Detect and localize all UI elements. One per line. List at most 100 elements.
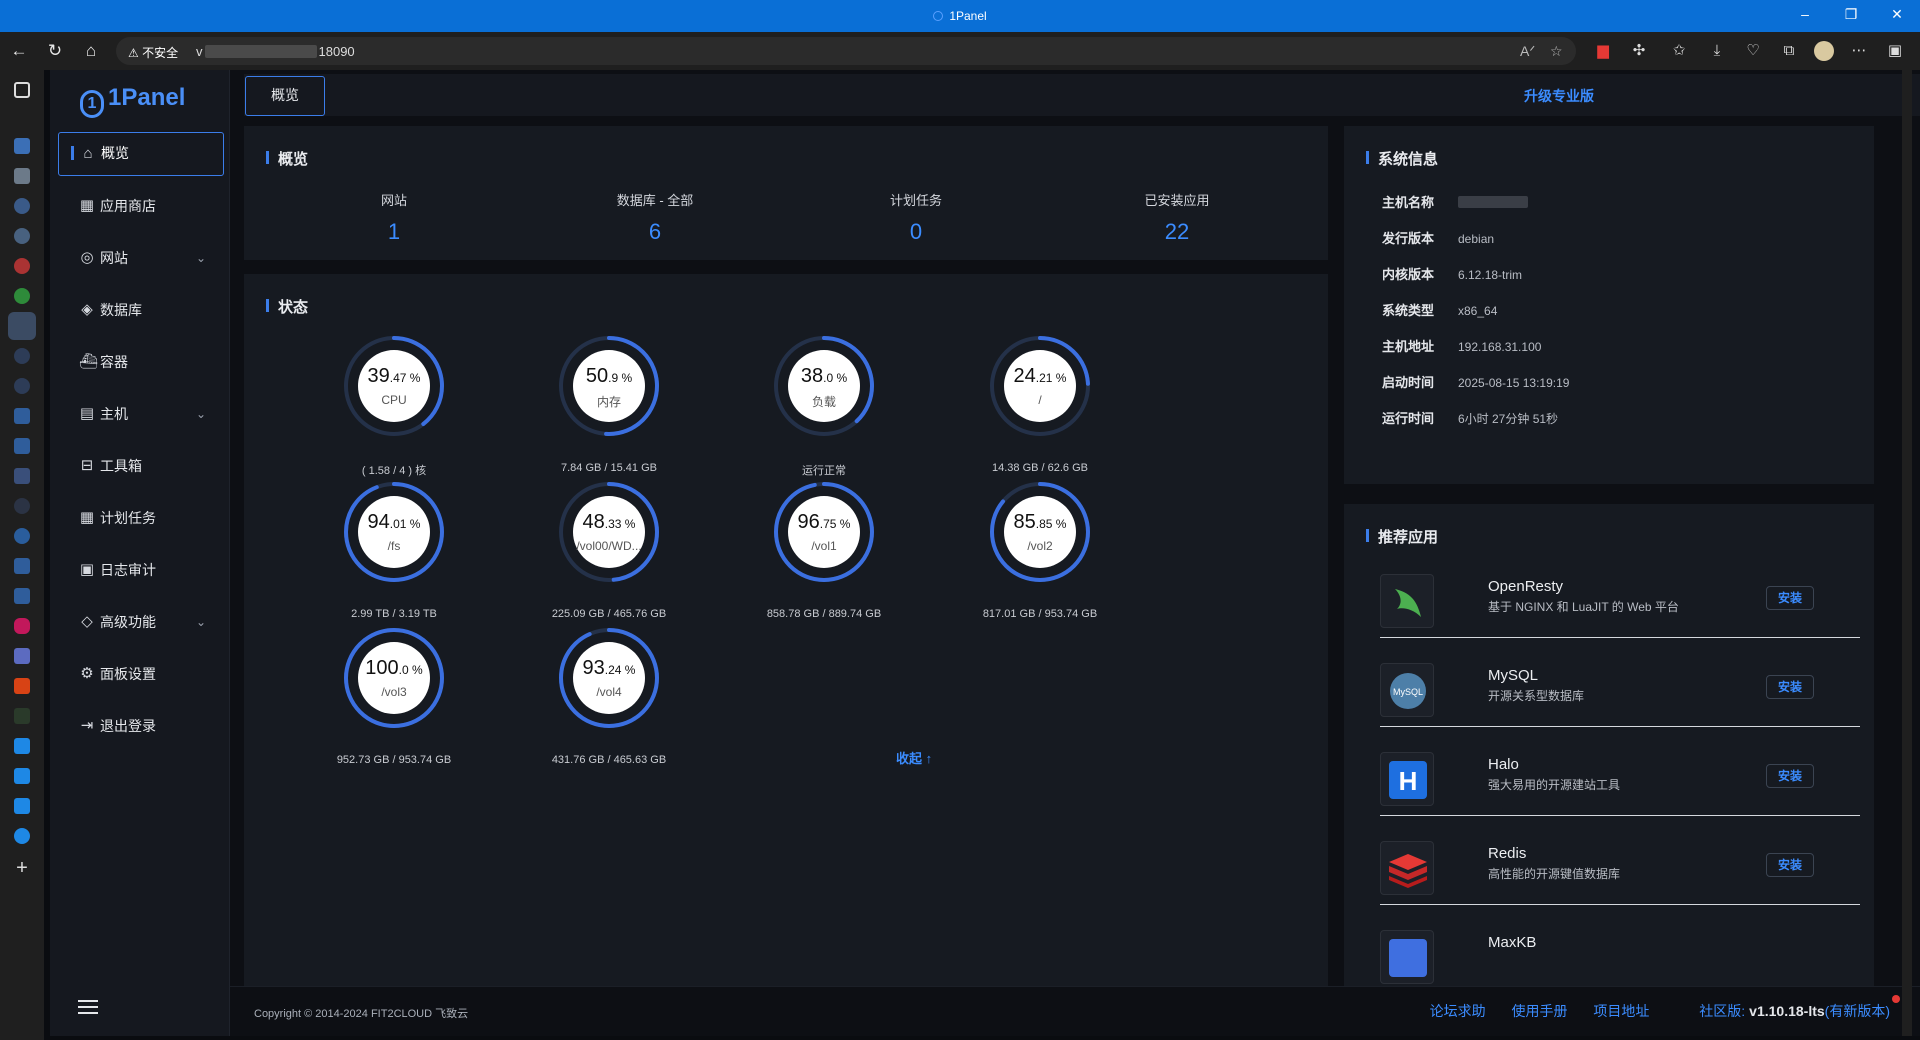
read-aloud-icon[interactable]: Aᐟ: [1520, 43, 1535, 60]
tab-icon-active[interactable]: [8, 312, 36, 340]
install-button[interactable]: 安装: [1766, 764, 1814, 788]
collapse-link[interactable]: 收起 ↑: [896, 748, 932, 767]
stat-databases[interactable]: 数据库 - 全部 6: [555, 190, 755, 245]
tab-icon[interactable]: [14, 828, 30, 844]
tab-icon[interactable]: [14, 408, 30, 424]
sidebar-item-website[interactable]: ◎ 网站 ⌄: [58, 236, 224, 280]
chevron-down-icon: ⌄: [195, 251, 206, 265]
app-card-maxkb[interactable]: MaxKB: [1380, 922, 1860, 986]
extension-red-icon[interactable]: ▆: [1594, 42, 1612, 60]
app-card-openresty[interactable]: OpenResty 基于 NGINX 和 LuaJIT 的 Web 平台 安装: [1380, 566, 1860, 638]
health-icon[interactable]: ♡: [1744, 42, 1762, 60]
upgrade-pro-link[interactable]: 升级专业版: [1524, 86, 1594, 106]
new-tab-plus-icon[interactable]: +: [14, 858, 30, 878]
sidebar-item-container[interactable]: ⛴ 容器: [58, 340, 224, 384]
tab-icon[interactable]: [14, 768, 30, 784]
tab-icon[interactable]: [14, 738, 30, 754]
tab-icon[interactable]: [14, 378, 30, 394]
panel-title: 状态: [266, 296, 308, 317]
tab-icon[interactable]: [14, 798, 30, 814]
home-icon[interactable]: ⌂: [80, 41, 102, 63]
scrollbar[interactable]: [1902, 70, 1912, 1036]
app-logo[interactable]: 1 1Panel: [80, 84, 185, 118]
gauge-center-text: 100.0 % /vol3: [359, 643, 429, 713]
tab-icon[interactable]: [14, 228, 30, 244]
sidebar-item-label: 日志审计: [100, 562, 156, 578]
stat-value[interactable]: 22: [1077, 219, 1277, 245]
info-value: 192.168.31.100: [1458, 340, 1542, 354]
gauge-value: 48.33 %: [559, 511, 659, 534]
tab-icon[interactable]: [14, 678, 30, 694]
insecure-warning[interactable]: ⚠ 不安全: [128, 44, 178, 61]
tab-icon[interactable]: [14, 168, 30, 184]
project-link[interactable]: 项目地址: [1593, 1003, 1649, 1019]
manual-link[interactable]: 使用手册: [1512, 1003, 1568, 1019]
tab-icon[interactable]: [14, 648, 30, 664]
tab-icon[interactable]: [14, 438, 30, 454]
install-button[interactable]: 安装: [1766, 675, 1814, 699]
sidebar-toggle-icon[interactable]: ▣: [1886, 42, 1904, 60]
status-gauge: 100.0 % /vol3 952.73 GB / 953.74 GB: [294, 628, 494, 778]
tab-icon[interactable]: [14, 618, 30, 634]
stat-value[interactable]: 6: [555, 219, 755, 245]
tab-icon[interactable]: [14, 558, 30, 574]
extensions-puzzle-icon[interactable]: ✣: [1630, 42, 1648, 60]
tab-icon[interactable]: [14, 258, 30, 274]
tab-icon[interactable]: [14, 708, 30, 724]
favorite-star-icon[interactable]: ☆: [1550, 43, 1563, 60]
logo-mark-icon: 1: [80, 90, 104, 118]
app-card-halo[interactable]: H Halo 强大易用的开源建站工具 安装: [1380, 744, 1860, 816]
restore-button[interactable]: ❐: [1836, 6, 1866, 23]
sidebar-item-label: 退出登录: [100, 718, 156, 734]
sidebar-item-advanced[interactable]: ◇ 高级功能 ⌄: [58, 600, 224, 644]
more-menu-icon[interactable]: ⋯: [1850, 42, 1868, 60]
sidebar-item-logs[interactable]: ▣ 日志审计: [58, 548, 224, 592]
forum-link[interactable]: 论坛求助: [1430, 1003, 1486, 1019]
sidebar-item-logout[interactable]: ⇥ 退出登录: [58, 704, 224, 748]
sidebar-item-toolbox[interactable]: ⊟ 工具箱: [58, 444, 224, 488]
tab-icon[interactable]: [14, 528, 30, 544]
tab-icon[interactable]: [14, 498, 30, 514]
downloads-icon[interactable]: ⤓: [1708, 42, 1726, 60]
sidebar-item-host[interactable]: ▤ 主机 ⌄: [58, 392, 224, 436]
sidebar-item-settings[interactable]: ⚙ 面板设置: [58, 652, 224, 696]
install-button[interactable]: 安装: [1766, 853, 1814, 877]
sidebar-item-cron[interactable]: ▦ 计划任务: [58, 496, 224, 540]
tab-icon[interactable]: [14, 468, 30, 484]
stat-installed-apps[interactable]: 已安装应用 22: [1077, 190, 1277, 245]
back-icon[interactable]: ←: [8, 41, 30, 63]
favorites-icon[interactable]: ✩: [1670, 42, 1688, 60]
stat-value[interactable]: 0: [816, 219, 1016, 245]
tab-icon[interactable]: [14, 288, 30, 304]
close-window-button[interactable]: ✕: [1882, 6, 1912, 23]
reload-icon[interactable]: ↻: [44, 41, 66, 63]
minimize-button[interactable]: –: [1790, 6, 1820, 22]
stat-value[interactable]: 1: [294, 219, 494, 245]
install-button[interactable]: 安装: [1766, 586, 1814, 610]
tab-icon[interactable]: [14, 198, 30, 214]
sidebar-item-database[interactable]: ◈ 数据库: [58, 288, 224, 332]
tab-icon[interactable]: [14, 138, 30, 154]
window-titlebar: 1Panel – ❐ ✕: [0, 0, 1920, 32]
sidebar-item-label: 数据库: [100, 302, 142, 318]
update-link[interactable]: (有新版本): [1825, 1003, 1890, 1019]
app-desc: 开源关系型数据库: [1488, 689, 1585, 703]
collapse-menu-icon[interactable]: [78, 1000, 98, 1016]
stat-cron[interactable]: 计划任务 0: [816, 190, 1016, 245]
address-bar[interactable]: ⚠ 不安全 v 18090 Aᐟ ☆: [116, 37, 1576, 65]
tab-overview[interactable]: 概览: [245, 76, 325, 116]
overview-panel: 概览 网站 1 数据库 - 全部 6 计划任务 0 已安装应用 22: [244, 126, 1328, 260]
profile-avatar[interactable]: [1814, 41, 1834, 61]
stat-websites[interactable]: 网站 1: [294, 190, 494, 245]
app-card-mysql[interactable]: MySQL MySQL 开源关系型数据库 安装: [1380, 655, 1860, 727]
sidebar-item-overview[interactable]: ⌂ 概览: [58, 132, 224, 176]
collections-icon[interactable]: ⧉: [1780, 42, 1798, 60]
info-key: 运行时间: [1382, 411, 1435, 426]
tab-icon[interactable]: [14, 588, 30, 604]
sidebar-item-appstore[interactable]: ▦ 应用商店: [58, 184, 224, 228]
tab-actions-icon[interactable]: [14, 82, 30, 98]
hostname-redacted: [1458, 196, 1528, 208]
tab-icon[interactable]: [14, 348, 30, 364]
app-card-redis[interactable]: Redis 高性能的开源键值数据库 安装: [1380, 833, 1860, 905]
home-icon: ⌂: [83, 145, 93, 162]
